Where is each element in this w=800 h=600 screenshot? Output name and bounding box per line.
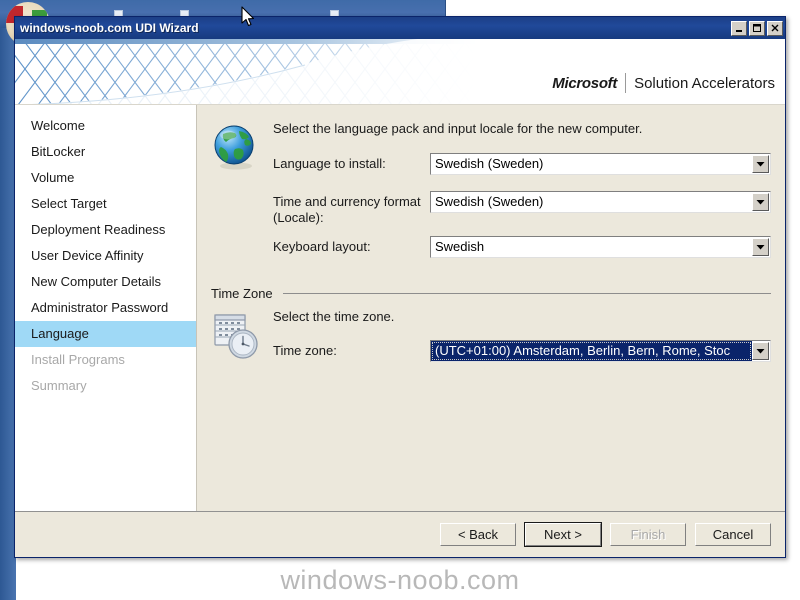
- sidebar-item-select-target[interactable]: Select Target: [15, 191, 196, 217]
- window-titlebar[interactable]: windows-noob.com UDI Wizard: [15, 17, 785, 39]
- group-divider: [282, 293, 771, 294]
- keyboard-layout-label: Keyboard layout:: [273, 239, 371, 254]
- language-intro-text: Select the language pack and input local…: [273, 121, 643, 136]
- keyboard-layout-value: Swedish: [435, 239, 485, 254]
- maximize-button[interactable]: [749, 20, 765, 36]
- time-zone-label: Time zone:: [273, 343, 337, 358]
- globe-icon: [211, 121, 273, 268]
- chevron-down-icon[interactable]: [752, 155, 769, 173]
- wizard-step-sidebar: Welcome BitLocker Volume Select Target D…: [15, 105, 197, 511]
- time-zone-fields: Select the time zone. Time zone: (UTC+01…: [273, 309, 771, 372]
- locale-format-label-line2: (Locale):: [273, 210, 324, 225]
- udi-wizard-window: windows-noob.com UDI Wizard Microsoft So…: [14, 16, 786, 558]
- locale-format-label-line1: Time and currency format: [273, 194, 421, 209]
- sidebar-item-language[interactable]: Language: [15, 321, 196, 347]
- language-to-install-value: Swedish (Sweden): [435, 156, 544, 171]
- locale-format-value: Swedish (Sweden): [435, 194, 544, 209]
- next-button[interactable]: Next >: [524, 522, 602, 547]
- microsoft-branding: Microsoft Solution Accelerators: [552, 72, 775, 94]
- sidebar-item-deployment-readiness[interactable]: Deployment Readiness: [15, 217, 196, 243]
- language-to-install-label: Language to install:: [273, 156, 386, 171]
- window-title: windows-noob.com UDI Wizard: [20, 21, 199, 35]
- time-zone-group-header: Time Zone: [211, 286, 771, 301]
- chevron-down-icon[interactable]: [752, 342, 769, 360]
- close-button[interactable]: [767, 20, 783, 36]
- wizard-banner: Microsoft Solution Accelerators: [15, 39, 785, 105]
- time-zone-section: Select the time zone. Time zone: (UTC+01…: [211, 309, 771, 372]
- language-to-install-dropdown[interactable]: Swedish (Sweden): [430, 153, 771, 175]
- page-watermark: windows-noob.com: [280, 565, 520, 595]
- solution-accelerators-label: Solution Accelerators: [634, 74, 775, 92]
- time-zone-intro-text: Select the time zone.: [273, 309, 395, 324]
- locale-format-row: Time and currency format (Locale): Swedi…: [273, 191, 771, 226]
- locale-format-dropdown[interactable]: Swedish (Sweden): [430, 191, 771, 213]
- calendar-clock-icon: [211, 309, 273, 372]
- minimize-button[interactable]: [731, 20, 747, 36]
- locale-format-label: Time and currency format (Locale):: [273, 191, 430, 226]
- sidebar-item-summary: Summary: [31, 378, 87, 393]
- chevron-down-icon[interactable]: [752, 193, 769, 211]
- microsoft-wordmark: Microsoft: [552, 74, 618, 92]
- cancel-button[interactable]: Cancel: [695, 523, 771, 546]
- time-zone-value: (UTC+01:00) Amsterdam, Berlin, Bern, Rom…: [431, 341, 752, 361]
- language-fields: Select the language pack and input local…: [273, 121, 771, 268]
- time-zone-group-title: Time Zone: [211, 286, 273, 301]
- sidebar-item-welcome[interactable]: Welcome: [15, 113, 196, 139]
- banner-mesh-graphic: [15, 39, 485, 104]
- sidebar-item-administrator-password[interactable]: Administrator Password: [15, 295, 196, 321]
- back-button[interactable]: < Back: [440, 523, 516, 546]
- language-to-install-row: Language to install: Swedish (Sweden): [273, 153, 771, 175]
- wizard-content-panel: Select the language pack and input local…: [197, 105, 785, 511]
- wizard-footer: < Back Next > Finish Cancel: [15, 511, 785, 557]
- sidebar-item-new-computer-details[interactable]: New Computer Details: [15, 269, 196, 295]
- keyboard-layout-dropdown[interactable]: Swedish: [430, 236, 771, 258]
- language-section: Select the language pack and input local…: [211, 121, 771, 268]
- sidebar-item-user-device-affinity[interactable]: User Device Affinity: [15, 243, 196, 269]
- window-controls: [731, 20, 783, 36]
- sidebar-item-bitlocker[interactable]: BitLocker: [15, 139, 196, 165]
- finish-button: Finish: [610, 523, 686, 546]
- wizard-body: Welcome BitLocker Volume Select Target D…: [15, 105, 785, 511]
- time-zone-row: Time zone: (UTC+01:00) Amsterdam, Berlin…: [273, 340, 771, 362]
- time-zone-dropdown[interactable]: (UTC+01:00) Amsterdam, Berlin, Bern, Rom…: [430, 340, 771, 362]
- chevron-down-icon[interactable]: [752, 238, 769, 256]
- sidebar-item-install-programs: Install Programs: [31, 352, 125, 367]
- keyboard-layout-row: Keyboard layout: Swedish: [273, 236, 771, 258]
- sidebar-item-volume[interactable]: Volume: [15, 165, 196, 191]
